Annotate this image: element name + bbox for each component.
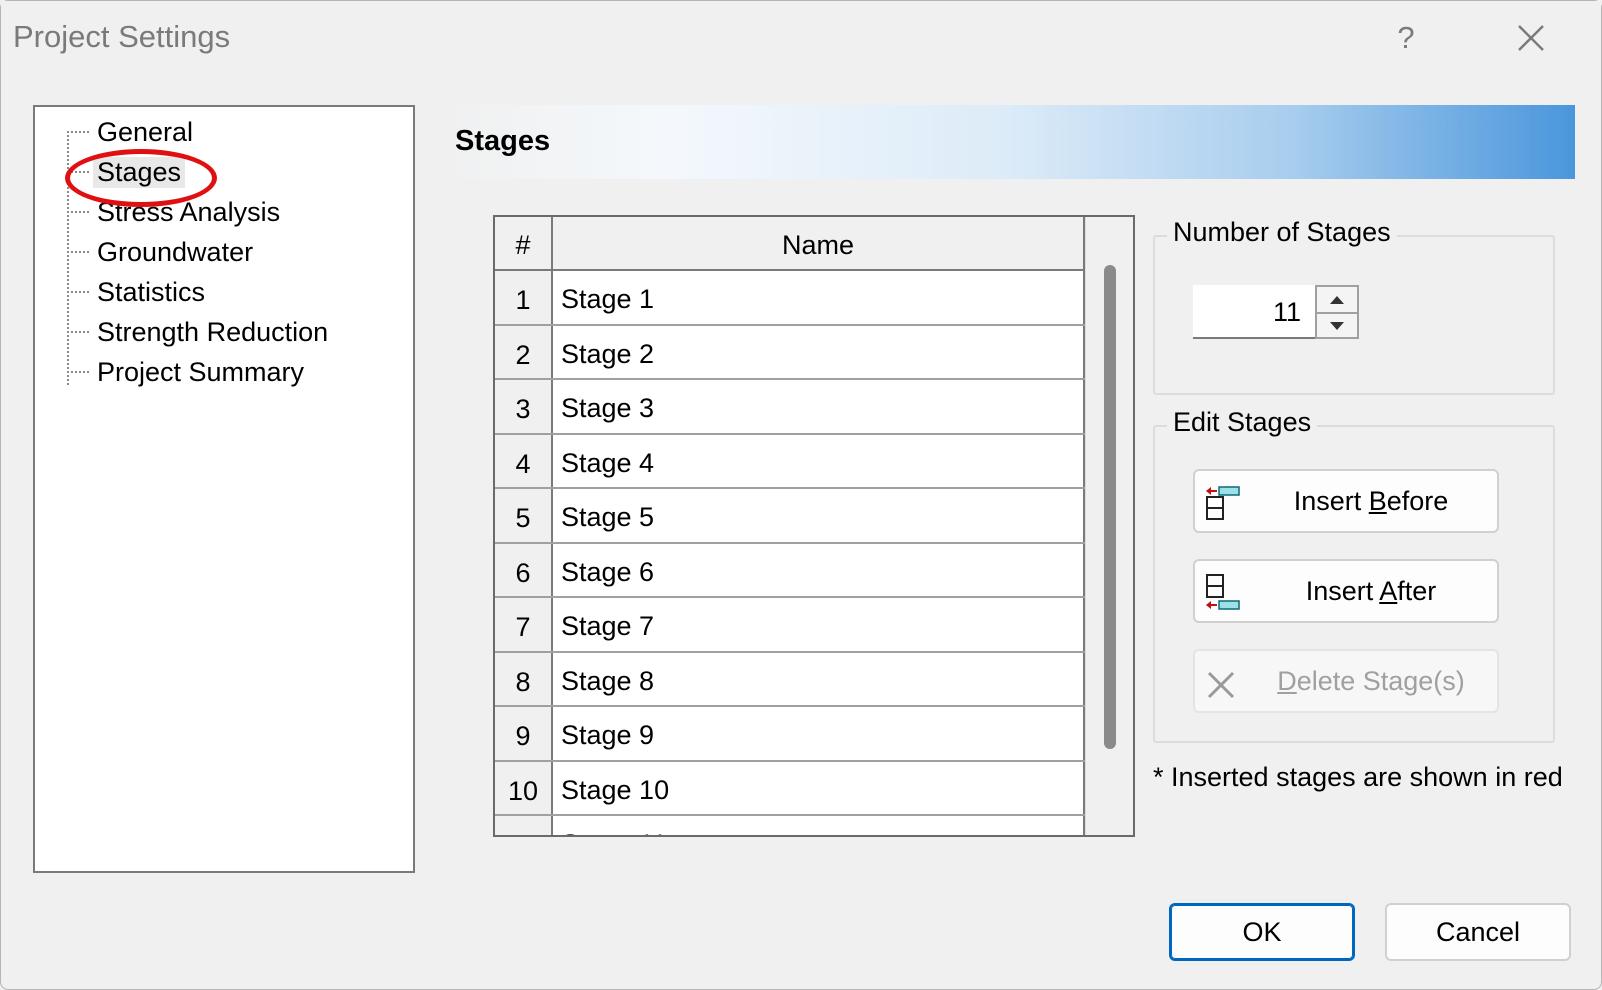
row-number-cell[interactable]: 10 [495,761,553,814]
table-row[interactable]: 1 Stage 1 [495,271,1085,326]
spinner-arrows [1315,285,1359,339]
table-row[interactable]: 7 Stage 7 [495,598,1085,653]
section-title: Stages [455,125,551,157]
tree-item-label: Strength Reduction [97,316,329,347]
tree-item-stress-analysis[interactable]: Stress Analysis [67,195,284,229]
delete-stages-button[interactable]: Delete Stage(s) [1193,649,1499,713]
row-number-cell[interactable]: 5 [495,489,553,542]
project-settings-dialog: Project Settings ? General Stages Stress… [0,0,1602,990]
caret-up-icon [1330,295,1344,304]
insert-before-label: Insert Before [1293,485,1449,516]
ok-button[interactable]: OK [1169,903,1355,961]
table-scrollbar[interactable] [1085,217,1133,835]
row-number-cell[interactable]: 8 [495,652,553,705]
insert-after-button[interactable]: Insert After [1193,559,1499,623]
window-title: Project Settings [13,19,231,54]
tree-item-label: Stress Analysis [97,196,281,227]
title-bar[interactable]: Project Settings ? [1,1,1601,75]
inserted-stages-note: * Inserted stages are shown in red [1153,762,1563,792]
tree-item-general[interactable]: General [67,115,197,149]
stage-name-cell[interactable]: Stage 2 [561,326,654,379]
stage-name-cell[interactable]: Stage 4 [561,435,654,488]
insert-after-label: Insert After [1305,575,1437,606]
stage-name-cell[interactable]: Stage 10 [561,762,669,815]
stages-count-value[interactable]: 11 [1273,285,1301,339]
row-number-cell[interactable]: 3 [495,380,553,433]
help-button[interactable]: ? [1381,13,1431,63]
tree-item-label: Groundwater [97,236,254,267]
stage-name-cell[interactable]: Stage 6 [561,544,654,597]
stage-name-cell[interactable]: Stage 9 [561,707,654,760]
tree-item-project-summary[interactable]: Project Summary [67,355,308,389]
edit-stages-group: Edit Stages Insert Before Insert After D… [1153,407,1555,743]
spin-down-button[interactable] [1317,312,1357,337]
table-row[interactable]: 4 Stage 4 [495,434,1085,489]
table-row[interactable]: 6 Stage 6 [495,543,1085,598]
row-number-cell[interactable]: 1 [495,271,553,324]
column-header-name[interactable]: Name [553,217,1085,271]
stage-name-cell[interactable]: Stage 5 [561,489,654,542]
row-number-cell[interactable]: 4 [495,434,553,487]
row-number-cell[interactable]: 11 [495,816,553,835]
row-number-cell[interactable]: 9 [495,707,553,760]
table-row[interactable]: 3 Stage 3 [495,380,1085,435]
stage-name-cell[interactable]: Stage 11 [561,816,667,835]
tree-item-statistics[interactable]: Statistics [67,275,209,309]
delete-stages-label: Delete Stage(s) [1277,665,1465,696]
group-legend: Edit Stages [1167,407,1318,438]
number-of-stages-group: Number of Stages 11 [1153,217,1555,395]
stages-table: # Name 1 Stage 1 2 Stage 2 3 Stage 3 4 Stage 45… [493,215,1135,837]
settings-tree: General Stages Stress Analysis Groundwat… [33,105,415,873]
section-header: Stages [441,105,1575,179]
table-body: 1 Stage 1 2 Stage 2 3 Stage 3 4 Stage 4 5 Stage 5… [495,271,1085,835]
group-legend: Number of Stages [1167,217,1397,248]
stages-count-spinner[interactable]: 11 [1193,285,1359,339]
tree-item-label: Statistics [97,276,206,307]
stage-name-cell[interactable]: Stage 8 [561,653,654,706]
tree-item-label: General [97,116,194,147]
tree-item-strength-reduction[interactable]: Strength Reduction [67,315,332,349]
spin-up-button[interactable] [1317,287,1357,312]
stage-name-cell[interactable]: Stage 3 [561,380,654,433]
column-header-number[interactable]: # [495,217,553,271]
table-row[interactable]: 11 Stage 11 [495,816,1085,835]
scrollbar-thumb[interactable] [1104,265,1116,749]
stage-name-cell[interactable]: Stage 7 [561,598,654,651]
caret-down-icon [1330,321,1344,330]
tree-item-label: Project Summary [97,356,305,387]
table-row[interactable]: 5 Stage 5 [495,489,1085,544]
table-header: # Name [495,217,1085,271]
insert-before-button[interactable]: Insert Before [1193,469,1499,533]
tree-item-groundwater[interactable]: Groundwater [67,235,257,269]
row-number-cell[interactable]: 6 [495,543,553,596]
cancel-button[interactable]: Cancel [1385,903,1571,961]
row-number-cell[interactable]: 2 [495,325,553,378]
close-icon [1518,25,1544,51]
table-row[interactable]: 2 Stage 2 [495,325,1085,380]
table-row[interactable]: 8 Stage 8 [495,652,1085,707]
stage-name-cell[interactable]: Stage 1 [561,271,654,324]
table-row[interactable]: 10 Stage 10 [495,761,1085,816]
row-number-cell[interactable]: 7 [495,598,553,651]
table-row[interactable]: 9 Stage 9 [495,707,1085,762]
tree-item-stages[interactable]: Stages [67,155,186,189]
close-button[interactable] [1506,13,1556,63]
tree-item-label: Stages [93,156,186,188]
